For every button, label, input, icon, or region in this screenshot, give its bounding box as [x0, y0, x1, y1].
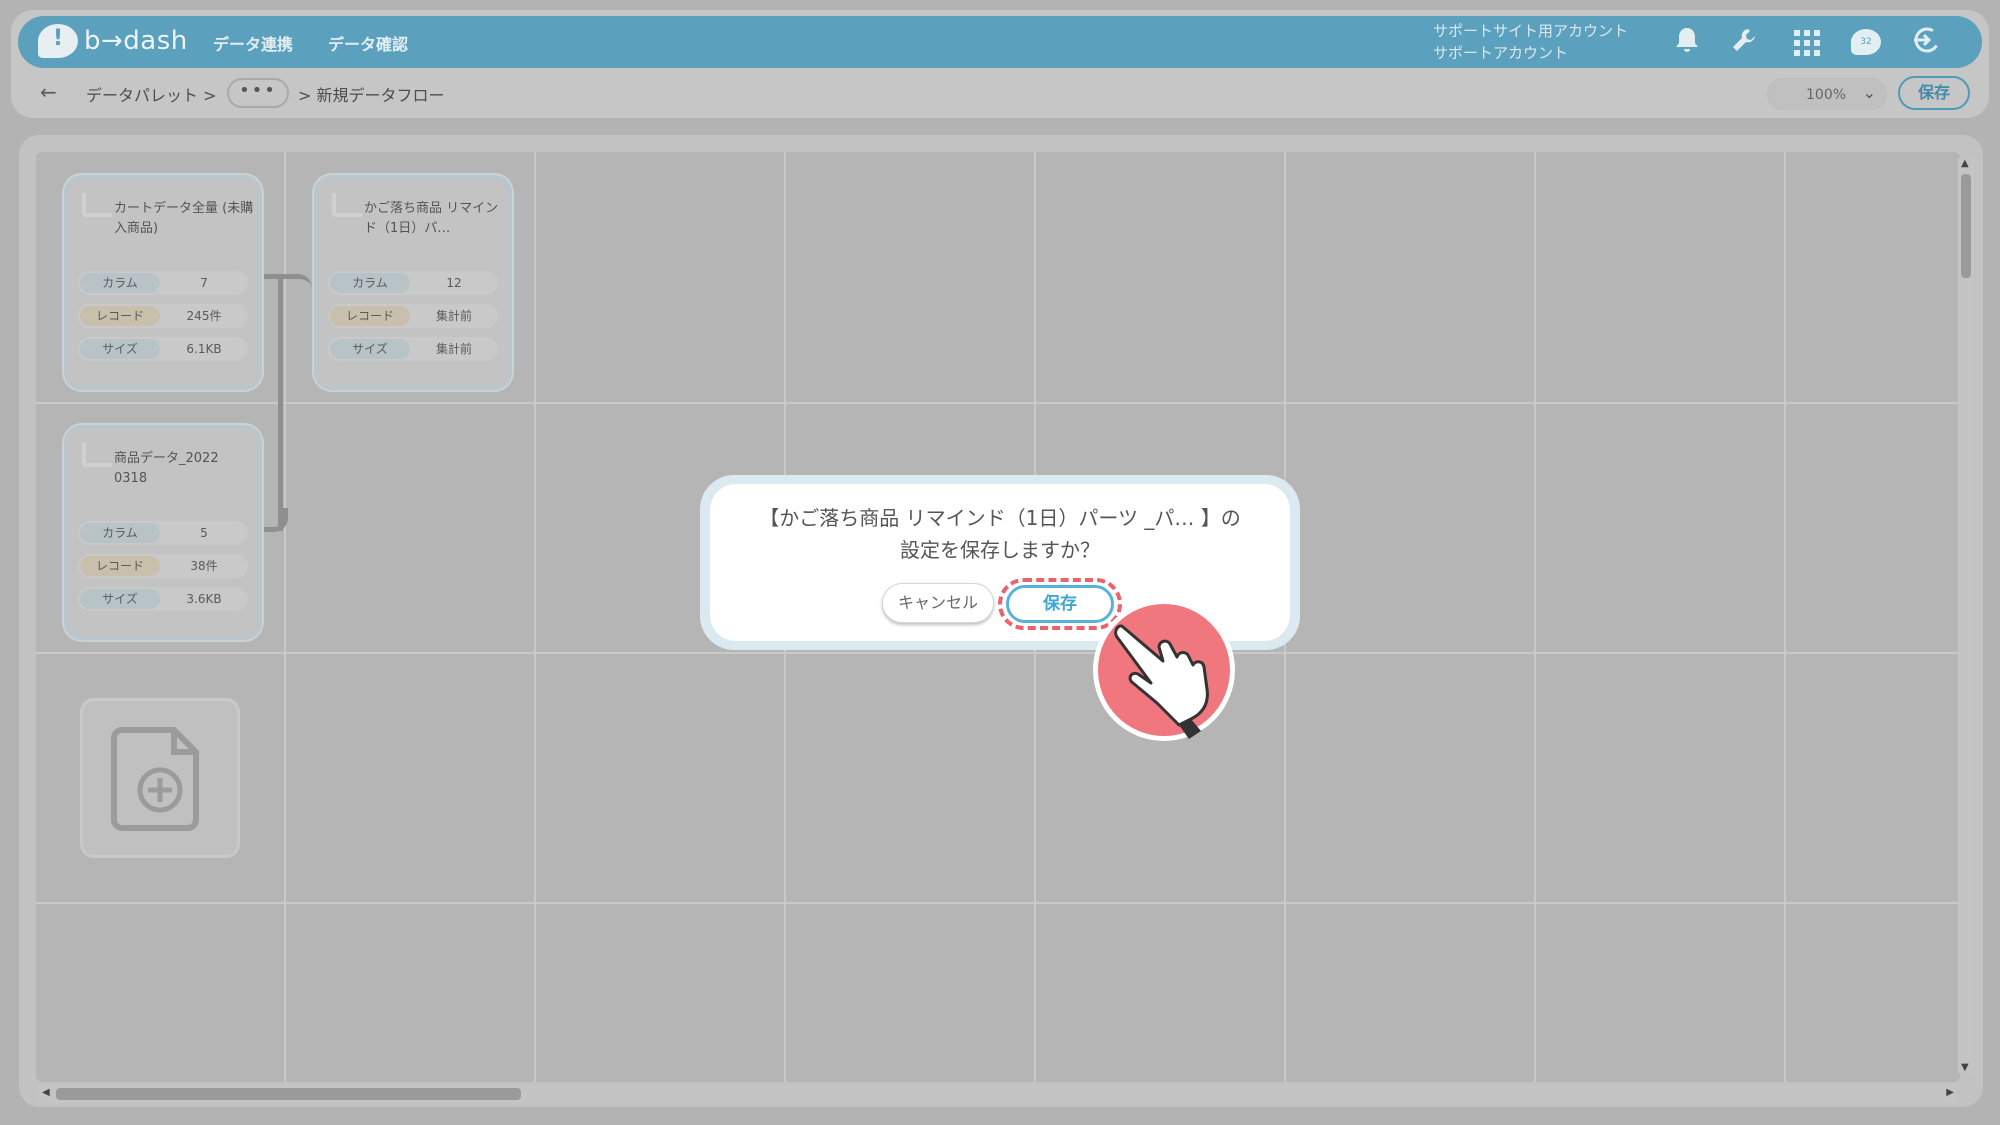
card-row-records: レコード 245件 — [78, 304, 248, 328]
data-card-cart[interactable]: カートデータ全量 (未購入商品) カラム 7 レコード 245件 サイズ 6.1KB — [64, 175, 262, 390]
zoom-select[interactable]: 100% ⌄ — [1767, 78, 1887, 110]
logo-bubble-icon — [38, 24, 78, 58]
add-file-icon — [111, 727, 199, 831]
bell-icon[interactable] — [1671, 26, 1703, 58]
card-row-records: レコード 38件 — [78, 554, 248, 578]
pointing-hand-icon — [1114, 624, 1209, 739]
back-arrow-icon[interactable]: ← — [40, 80, 57, 104]
breadcrumb-more-button[interactable]: ••• — [227, 78, 289, 108]
card-row-columns: カラム 5 — [78, 521, 248, 545]
account-name: サポートサイト用アカウント — [1433, 22, 1629, 40]
nav-data-integration[interactable]: データ連携 — [213, 31, 293, 55]
dialog-message-line1: 【かご落ち商品 リマインド（1日）パーツ _パ… 】の — [759, 506, 1241, 530]
card-row-columns: カラム 12 — [328, 271, 498, 295]
horizontal-scrollbar[interactable]: ◀ ▶ — [38, 1085, 1958, 1103]
account-info[interactable]: サポートサイト用アカウント サポートアカウント — [1433, 20, 1628, 64]
chat-icon[interactable]: 32 — [1850, 26, 1882, 58]
scroll-down-icon[interactable]: ▼ — [1961, 1062, 1969, 1073]
data-card-product[interactable]: 商品データ_2022 0318 カラム 5 レコード 38件 サイズ 3.6KB — [64, 425, 262, 640]
chevron-down-icon: ⌄ — [1862, 83, 1876, 102]
scroll-right-icon[interactable]: ▶ — [1946, 1087, 1954, 1098]
card-title: カートデータ全量 (未購入商品) — [114, 201, 254, 236]
file-icon — [82, 193, 112, 217]
logout-icon[interactable] — [1910, 26, 1942, 58]
chat-badge: 32 — [1851, 29, 1881, 55]
card-row-size: サイズ 6.1KB — [78, 337, 248, 361]
card-row-size: サイズ 3.6KB — [78, 587, 248, 611]
scroll-left-icon[interactable]: ◀ — [42, 1087, 50, 1098]
scroll-thumb[interactable] — [1961, 174, 1971, 278]
card-title: 商品データ_2022 0318 — [114, 451, 219, 486]
wrench-icon[interactable] — [1728, 26, 1760, 58]
nav-data-check[interactable]: データ確認 — [328, 31, 408, 55]
top-navigation-bar: b→dash データ連携 データ確認 サポートサイト用アカウント サポートアカウ… — [18, 16, 1982, 68]
data-card-reminder[interactable]: かご落ち商品 リマインド（1日）パ… カラム 12 レコード 集計前 サイズ 集計前 — [314, 175, 512, 390]
bdash-logo[interactable]: b→dash — [38, 24, 188, 58]
card-row-columns: カラム 7 — [78, 271, 248, 295]
pointer-hand-annotation — [1093, 599, 1235, 741]
card-title: かご落ち商品 リマインド（1日）パ… — [364, 201, 499, 236]
breadcrumb-current: > 新規データフロー — [298, 86, 445, 105]
card-row-size: サイズ 集計前 — [328, 337, 498, 361]
card-row-records: レコード 集計前 — [328, 304, 498, 328]
apps-grid-icon[interactable] — [1791, 26, 1823, 58]
cancel-button[interactable]: キャンセル — [882, 583, 994, 623]
dialog-message: 【かご落ち商品 リマインド（1日）パーツ _パ… 】の 設定を保存しますか？ — [730, 502, 1270, 566]
vertical-scrollbar[interactable]: ▲ ▼ — [1958, 158, 1974, 1073]
zoom-value: 100% — [1806, 87, 1847, 103]
file-icon — [82, 443, 112, 467]
file-icon — [332, 193, 362, 217]
flow-connector-vertical — [278, 276, 288, 531]
logo-text: b→dash — [84, 26, 188, 56]
add-data-button[interactable] — [80, 698, 240, 858]
scroll-up-icon[interactable]: ▲ — [1961, 158, 1969, 169]
save-button[interactable]: 保存 — [1898, 76, 1970, 110]
breadcrumb-root[interactable]: データパレット > — [86, 82, 217, 106]
dialog-message-line2: 設定を保存しますか？ — [900, 538, 1100, 562]
account-subname: サポートアカウント — [1433, 44, 1569, 62]
scroll-thumb[interactable] — [56, 1088, 521, 1100]
